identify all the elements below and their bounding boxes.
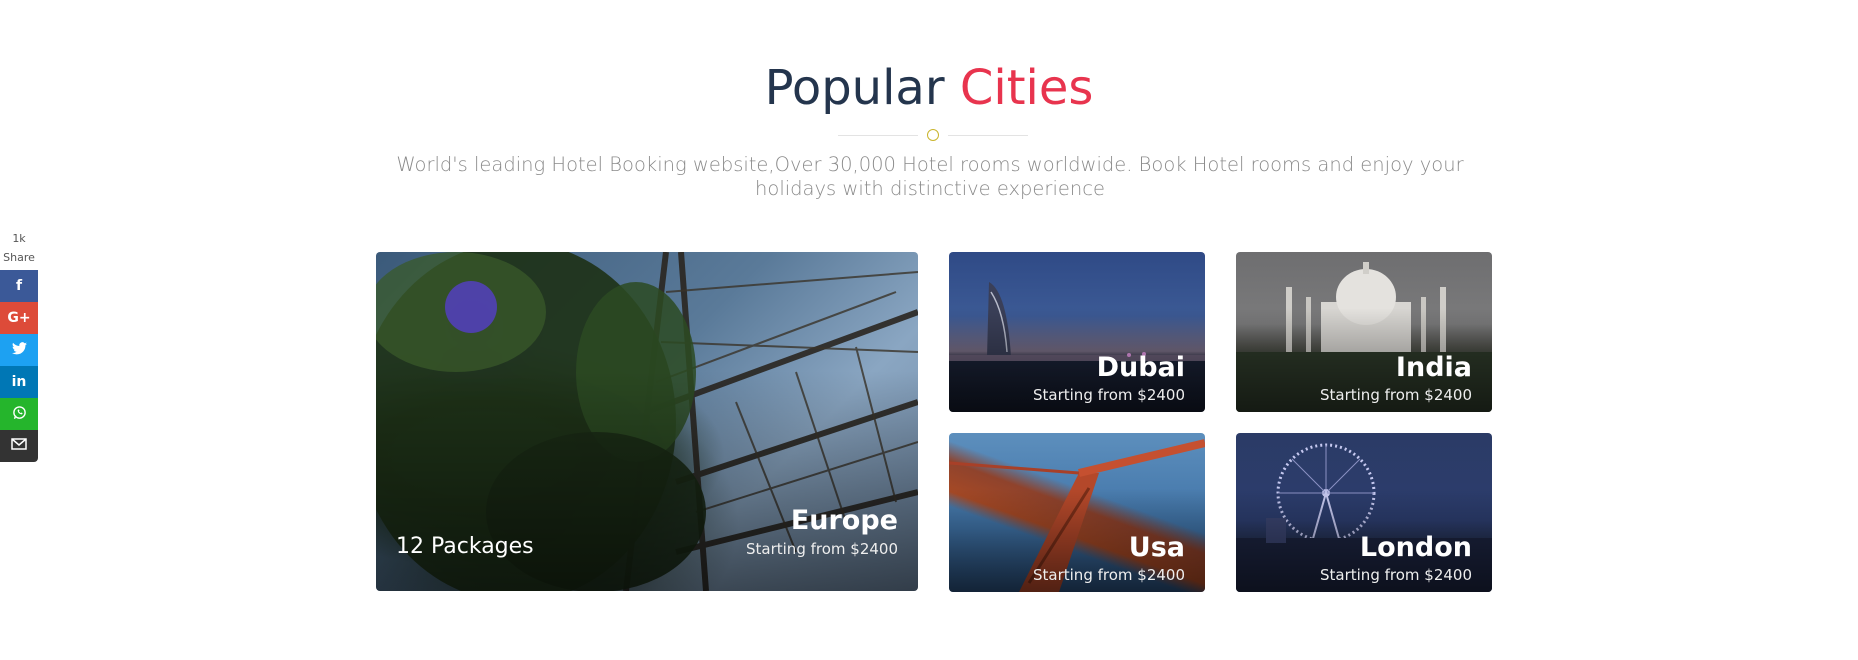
section-subtitle: World's leading Hotel Booking website,Ov…: [396, 153, 1464, 200]
dubai-city-name: Dubai: [1096, 352, 1185, 383]
facebook-icon: f: [15, 278, 23, 294]
divider-line-right: [948, 135, 1028, 136]
heading-divider: [838, 128, 1028, 142]
whatsapp-share-button[interactable]: [0, 398, 38, 430]
facebook-share-button[interactable]: f: [0, 270, 38, 302]
heading-accent: Cities: [959, 60, 1094, 116]
usa-price: Starting from $2400: [1033, 566, 1185, 584]
divider-line-left: [838, 135, 918, 136]
email-share-button[interactable]: [0, 430, 38, 462]
city-card-india[interactable]: India Starting from $2400: [1236, 252, 1492, 412]
share-count: 1k: [12, 232, 26, 245]
usa-city-name: Usa: [1128, 532, 1185, 563]
city-card-dubai[interactable]: Dubai Starting from $2400: [949, 252, 1205, 412]
india-city-name: India: [1395, 352, 1472, 383]
google-plus-icon: G+: [7, 310, 31, 326]
city-card-usa[interactable]: Usa Starting from $2400: [949, 433, 1205, 592]
heading-main: Popular: [764, 60, 945, 116]
popular-cities-page: Popular Cities World's leading Hotel Boo…: [0, 0, 1858, 660]
europe-price: Starting from $2400: [746, 540, 898, 558]
whatsapp-icon: [12, 405, 27, 424]
linkedin-icon: in: [11, 374, 27, 390]
share-bar: 1k Share f G+ in: [0, 232, 38, 462]
twitter-icon: [11, 341, 27, 359]
europe-city-name: Europe: [790, 505, 898, 536]
section-heading: Popular Cities: [0, 58, 1858, 118]
google-plus-share-button[interactable]: G+: [0, 302, 38, 334]
india-price: Starting from $2400: [1320, 386, 1472, 404]
london-price: Starting from $2400: [1320, 566, 1472, 584]
london-city-name: London: [1359, 532, 1472, 563]
dubai-price: Starting from $2400: [1033, 386, 1185, 404]
city-card-europe[interactable]: 12 Packages Europe Starting from $2400: [376, 252, 918, 591]
email-icon: [11, 438, 27, 454]
share-label: Share: [3, 251, 35, 264]
divider-dot: [927, 129, 939, 141]
europe-packages-count: 12 Packages: [396, 534, 534, 559]
city-card-london[interactable]: London Starting from $2400: [1236, 433, 1492, 592]
linkedin-share-button[interactable]: in: [0, 366, 38, 398]
twitter-share-button[interactable]: [0, 334, 38, 366]
